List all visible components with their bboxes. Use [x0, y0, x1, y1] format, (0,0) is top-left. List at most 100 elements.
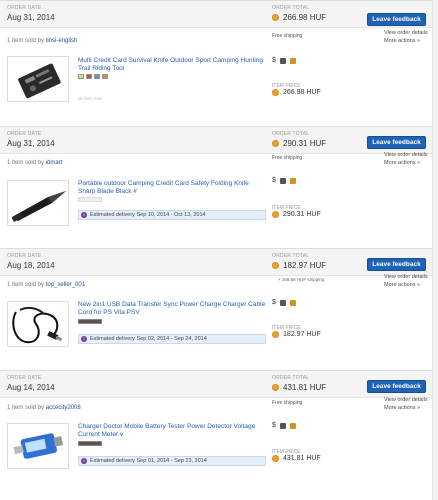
- item-title-link[interactable]: New 2in1 USB Data Transfer Sync Power Ch…: [78, 301, 268, 317]
- item-price-value: 182.97 HUF: [283, 331, 321, 338]
- product-thumbnail[interactable]: [7, 423, 69, 469]
- leave-feedback-button[interactable]: Leave feedback: [367, 13, 426, 26]
- variant-swatch: [102, 74, 108, 79]
- currency-coin-icon: [272, 262, 279, 269]
- view-order-details-link[interactable]: View order details: [384, 152, 428, 158]
- order-total-label: ORDER TOTAL: [272, 5, 310, 11]
- box-icon[interactable]: [279, 422, 286, 429]
- order-date: Aug 31, 2014: [7, 139, 55, 148]
- estimated-delivery-banner: i Estimated delivery Sep 01, 2014 - Sep …: [78, 456, 266, 466]
- order-total: 266.98 HUF: [272, 13, 326, 22]
- order-total: 431.81 HUF: [272, 383, 326, 392]
- page-scrollbar[interactable]: [432, 0, 438, 500]
- more-actions-link[interactable]: More actions »: [384, 282, 420, 288]
- currency-coin-icon: [272, 140, 279, 147]
- dollar-icon[interactable]: $: [272, 422, 276, 429]
- leave-feedback-button[interactable]: Leave feedback: [367, 258, 426, 271]
- info-icon: i: [81, 458, 87, 464]
- order-date: Aug 18, 2014: [7, 261, 55, 270]
- variant-swatch: [78, 74, 84, 79]
- order-total-value: 182.97 HUF: [283, 261, 327, 270]
- seller-link[interactable]: tinsi-english: [46, 38, 78, 44]
- box-icon[interactable]: [279, 299, 286, 306]
- item-title-link[interactable]: Multi Credit Card Survival Knife Outdoor…: [78, 57, 268, 73]
- variant-swatch: [86, 74, 92, 79]
- dollar-icon[interactable]: $: [272, 177, 276, 184]
- dollar-icon[interactable]: $: [272, 299, 276, 306]
- shipping-info: Free shipping: [272, 33, 303, 39]
- product-thumbnail[interactable]: [7, 180, 69, 226]
- order-total: 182.97 HUF: [272, 261, 326, 270]
- view-order-details-link[interactable]: View order details: [384, 397, 428, 403]
- item-price: 266.98 HUF: [272, 89, 321, 96]
- seller-prefix: 1 item sold by: [7, 405, 45, 411]
- estimated-delivery-text: Estimated delivery Sep 01, 2014 - Sep 23…: [90, 458, 207, 464]
- seller-link[interactable]: top_seller_001: [46, 282, 85, 288]
- item-title-link[interactable]: Portable outdoor Camping Credit Card Saf…: [78, 180, 268, 196]
- box-icon[interactable]: [279, 57, 286, 64]
- item-action-icons: $: [272, 177, 296, 184]
- currency-coin-icon: [272, 14, 279, 21]
- seller-link[interactable]: idmart: [46, 160, 63, 166]
- dollar-icon[interactable]: $: [272, 57, 276, 64]
- estimated-delivery-banner: i Estimated delivery Sep 02, 2014 - Sep …: [78, 334, 266, 344]
- order-date: Aug 14, 2014: [7, 383, 55, 392]
- view-order-details-link[interactable]: View order details: [384, 30, 428, 36]
- item-price-value: 431.81 HUF: [283, 455, 321, 462]
- order-total-value: 266.98 HUF: [283, 13, 327, 22]
- item-variants: [78, 441, 102, 446]
- item-note: do item note: [78, 96, 103, 101]
- shipping-info: Free shipping: [272, 155, 303, 161]
- product-thumbnail[interactable]: [7, 56, 69, 102]
- shipping-info: Free shipping: [272, 400, 303, 406]
- seller-prefix: 1 item sold by: [7, 160, 45, 166]
- order-date-label: ORDER DATE: [7, 375, 42, 381]
- currency-coin-icon: [272, 331, 279, 338]
- order-total: 290.31 HUF: [272, 139, 326, 148]
- variant-swatch: [78, 319, 102, 324]
- order-date-label: ORDER DATE: [7, 253, 42, 259]
- order-card: ORDER DATE Aug 14, 2014 ORDER TOTAL 431.…: [0, 370, 438, 500]
- variant-swatch: [78, 441, 102, 446]
- seller-line: 1 item sold by idmart: [7, 160, 62, 166]
- order-total-label: ORDER TOTAL: [272, 375, 310, 381]
- item-variants: [78, 319, 102, 324]
- seller-link[interactable]: accecity2008: [46, 405, 81, 411]
- order-total-label: ORDER TOTAL: [272, 253, 310, 259]
- variant-swatch: [78, 197, 102, 202]
- item-price-value: 266.98 HUF: [283, 89, 321, 96]
- item-variants: [78, 197, 102, 202]
- order-date-label: ORDER DATE: [7, 5, 42, 11]
- seller-prefix: 1 item sold by: [7, 38, 45, 44]
- message-icon[interactable]: [289, 299, 296, 306]
- seller-prefix: 1 item sold by: [7, 282, 45, 288]
- leave-feedback-button[interactable]: Leave feedback: [367, 136, 426, 149]
- usb-tester-image: [13, 433, 64, 459]
- view-order-details-link[interactable]: View order details: [384, 274, 428, 280]
- card-knife-image: [18, 63, 61, 99]
- leave-feedback-button[interactable]: Leave feedback: [367, 380, 426, 393]
- item-price: 431.81 HUF: [272, 455, 321, 462]
- estimated-delivery-text: Estimated delivery Sep 10, 2014 - Oct 13…: [90, 212, 206, 218]
- message-icon[interactable]: [289, 177, 296, 184]
- message-icon[interactable]: [289, 57, 296, 64]
- order-total-value: 431.81 HUF: [283, 383, 327, 392]
- info-icon: i: [81, 212, 87, 218]
- message-icon[interactable]: [289, 422, 296, 429]
- more-actions-link[interactable]: More actions »: [384, 38, 420, 44]
- currency-coin-icon: [272, 211, 279, 218]
- more-actions-link[interactable]: More actions »: [384, 405, 420, 411]
- seller-line: 1 item sold by accecity2008: [7, 405, 81, 411]
- more-actions-link[interactable]: More actions »: [384, 160, 420, 166]
- currency-coin-icon: [272, 455, 279, 462]
- item-title-link[interactable]: Charger Doctor Mobile Battery Tester Pow…: [78, 423, 268, 439]
- estimated-delivery-text: Estimated delivery Sep 02, 2014 - Sep 24…: [90, 336, 207, 342]
- item-price: 182.97 HUF: [272, 331, 321, 338]
- product-thumbnail[interactable]: [7, 301, 69, 347]
- box-icon[interactable]: [279, 177, 286, 184]
- shipping-info: + 166.58 HUF shipping: [278, 277, 325, 282]
- order-date-label: ORDER DATE: [7, 131, 42, 137]
- estimated-delivery-banner: i Estimated delivery Sep 10, 2014 - Oct …: [78, 210, 266, 220]
- seller-line: 1 item sold by tinsi-english: [7, 38, 77, 44]
- usb-cable-image: [12, 306, 63, 344]
